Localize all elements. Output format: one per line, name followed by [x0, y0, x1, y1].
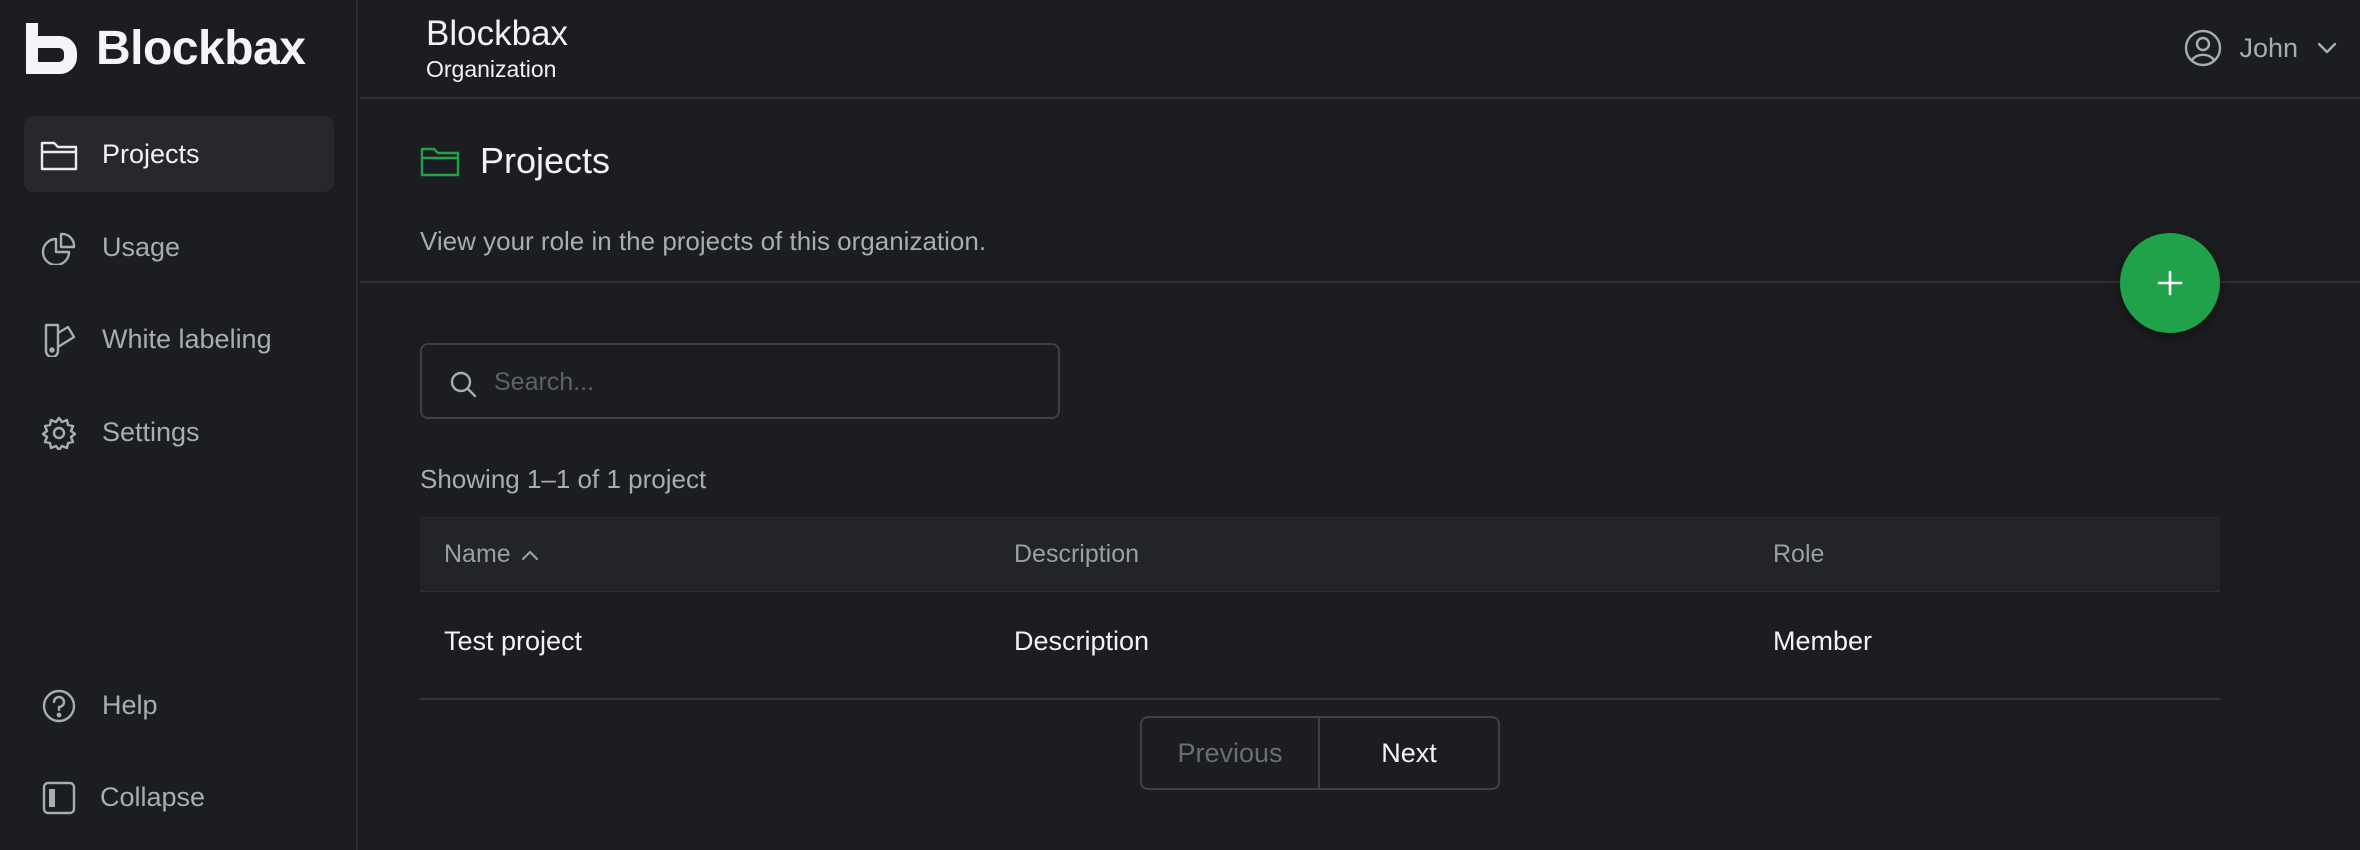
chevron-down-icon: [2317, 42, 2337, 54]
gear-icon: [40, 416, 78, 452]
brand-logo[interactable]: Blockbax: [23, 20, 306, 77]
column-label: Role: [1773, 540, 1825, 568]
pie-chart-icon: [40, 231, 78, 267]
results-count: Showing 1–1 of 1 project: [420, 464, 707, 494]
column-header-name[interactable]: Name: [444, 540, 539, 569]
sidebar: Blockbax Projects Usage White labeling S…: [0, 0, 358, 850]
header-divider: [360, 281, 2360, 283]
app-root: Blockbax Projects Usage White labeling S…: [0, 0, 2360, 850]
sidebar-item-label: Projects: [102, 138, 200, 169]
sidebar-collapse-button[interactable]: Collapse: [24, 759, 334, 835]
search-box[interactable]: [420, 343, 1060, 419]
projects-table: Name Description Role Test project Descr…: [420, 517, 2220, 700]
sidebar-item-label: White labeling: [102, 323, 272, 354]
sidebar-item-projects[interactable]: Projects: [24, 116, 334, 192]
table-header: Name Description Role: [420, 517, 2220, 592]
pagination: Previous Next: [1140, 716, 1500, 790]
page-description: View your role in the projects of this o…: [420, 226, 987, 256]
search-input[interactable]: [494, 359, 1034, 405]
search-icon: [450, 371, 477, 398]
sidebar-collapse-icon: [40, 781, 78, 815]
user-menu[interactable]: John: [2183, 28, 2338, 68]
sidebar-item-settings[interactable]: Settings: [24, 394, 334, 470]
organization-title: Blockbax: [426, 14, 569, 53]
swatch-icon: [40, 323, 78, 359]
sidebar-item-label: Settings: [102, 416, 200, 447]
top-header: Blockbax Organization John: [360, 0, 2360, 99]
plus-icon: [2157, 270, 2183, 296]
blockbax-logo-icon: [26, 23, 77, 74]
page-title: Projects: [480, 140, 611, 181]
cell-role: Member: [1773, 626, 1873, 656]
sidebar-item-usage[interactable]: Usage: [24, 209, 334, 285]
previous-page-button[interactable]: Previous: [1140, 716, 1320, 790]
folder-icon: [420, 147, 460, 177]
table-row[interactable]: Test project Description Member: [420, 592, 2220, 700]
column-label: Name: [444, 540, 511, 568]
cell-description: Description: [1014, 626, 1150, 656]
sidebar-item-white-labeling[interactable]: White labeling: [24, 301, 334, 377]
sidebar-item-label: Collapse: [100, 781, 206, 812]
sort-ascending-icon: [521, 550, 538, 560]
sidebar-item-label: Help: [102, 689, 158, 720]
cell-name: Test project: [444, 626, 583, 656]
column-label: Description: [1014, 540, 1140, 568]
page-header: Projects: [420, 140, 610, 182]
add-project-button[interactable]: [2120, 233, 2220, 333]
help-circle-icon: [40, 689, 78, 723]
brand-name: Blockbax: [96, 22, 306, 75]
folder-icon: [40, 138, 78, 172]
organization-subtitle: Organization: [426, 56, 557, 82]
column-header-description[interactable]: Description: [1014, 540, 1139, 569]
sidebar-item-help[interactable]: Help: [24, 667, 334, 743]
sidebar-item-label: Usage: [102, 231, 181, 262]
column-header-role[interactable]: Role: [1773, 540, 1824, 569]
next-page-button[interactable]: Next: [1320, 716, 1500, 790]
user-avatar-icon: [2185, 29, 2222, 67]
user-name: John: [2239, 32, 2298, 63]
